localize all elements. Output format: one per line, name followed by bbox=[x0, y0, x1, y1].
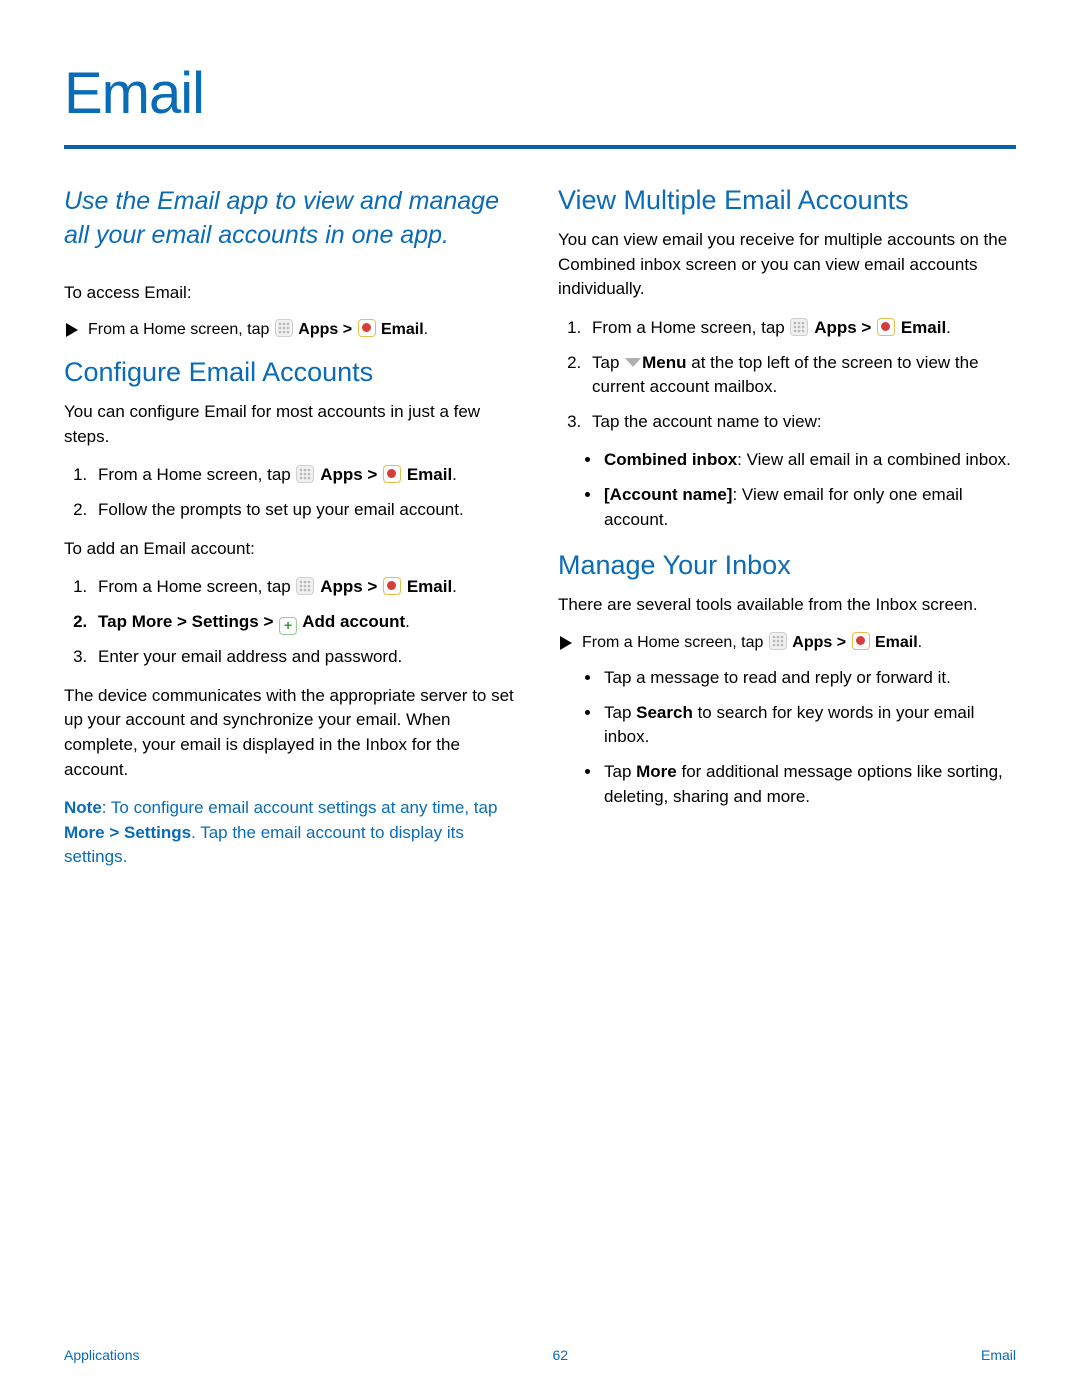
list-item: From a Home screen, tap Apps > Email. bbox=[92, 463, 522, 488]
intro-blurb: Use the Email app to view and manage all… bbox=[64, 185, 522, 253]
email-icon bbox=[383, 465, 401, 483]
list-item: Follow the prompts to set up your email … bbox=[92, 498, 522, 523]
period: . bbox=[452, 577, 457, 596]
text: From a Home screen, tap bbox=[582, 634, 768, 651]
list-item: From a Home screen, tap Apps > Email. bbox=[92, 575, 522, 600]
email-icon bbox=[852, 632, 870, 650]
view-intro: You can view email you receive for multi… bbox=[558, 228, 1016, 302]
text: Menu bbox=[642, 353, 686, 372]
text: From a Home screen, tap bbox=[98, 465, 295, 484]
apps-label: Apps bbox=[298, 321, 338, 338]
access-label: To access Email: bbox=[64, 281, 522, 306]
text: More > Settings > bbox=[132, 612, 278, 631]
period: . bbox=[405, 612, 410, 631]
apps-icon bbox=[296, 465, 314, 483]
arrow-step: From a Home screen, tap Apps > Email. bbox=[558, 632, 1016, 652]
list-item: Tap More > Settings > + Add account. bbox=[92, 610, 522, 635]
list-item: From a Home screen, tap Apps > Email. bbox=[586, 316, 1016, 341]
apps-icon bbox=[296, 577, 314, 595]
left-column: Use the Email app to view and manage all… bbox=[64, 185, 522, 884]
manage-intro: There are several tools available from t… bbox=[558, 593, 1016, 618]
note-label: Note bbox=[64, 798, 102, 817]
content-columns: Use the Email app to view and manage all… bbox=[64, 185, 1016, 884]
play-arrow-icon bbox=[66, 323, 78, 337]
text: : View all email in a combined inbox. bbox=[737, 450, 1011, 469]
menu-dropdown-icon bbox=[625, 358, 641, 367]
arrow-text: From a Home screen, tap Apps > Email. bbox=[88, 319, 428, 339]
period: . bbox=[918, 634, 922, 651]
add-account-label: To add an Email account: bbox=[64, 537, 522, 562]
text: Tap bbox=[98, 612, 132, 631]
period: . bbox=[424, 321, 428, 338]
page-number: 62 bbox=[552, 1347, 568, 1363]
list-item: Tap Search to search for key words in yo… bbox=[602, 701, 1016, 750]
text: From a Home screen, tap bbox=[88, 321, 274, 338]
note-para: Note: To configure email account setting… bbox=[64, 796, 522, 870]
period: . bbox=[452, 465, 457, 484]
text: From a Home screen, tap bbox=[98, 577, 295, 596]
text: From a Home screen, tap bbox=[592, 318, 789, 337]
gt: > bbox=[857, 318, 876, 337]
apps-icon bbox=[769, 632, 787, 650]
configure-steps: From a Home screen, tap Apps > Email. Fo… bbox=[64, 463, 522, 522]
text: Tap bbox=[604, 762, 636, 781]
list-item: [Account name]: View email for only one … bbox=[602, 483, 1016, 532]
text: Tap bbox=[604, 703, 636, 722]
email-icon bbox=[877, 318, 895, 336]
plus-icon: + bbox=[279, 617, 297, 635]
configure-intro: You can configure Email for most account… bbox=[64, 400, 522, 449]
list-item: Tap a message to read and reply or forwa… bbox=[602, 666, 1016, 691]
page-footer: Applications 62 Email bbox=[64, 1347, 1016, 1363]
add-account-steps: From a Home screen, tap Apps > Email. Ta… bbox=[64, 575, 522, 669]
gt: > bbox=[832, 634, 850, 651]
apps-label: Apps bbox=[792, 634, 832, 651]
period: . bbox=[946, 318, 951, 337]
email-label: Email bbox=[407, 577, 452, 596]
apps-icon bbox=[790, 318, 808, 336]
right-column: View Multiple Email Accounts You can vie… bbox=[558, 185, 1016, 884]
email-label: Email bbox=[407, 465, 452, 484]
arrow-step: From a Home screen, tap Apps > Email. bbox=[64, 319, 522, 339]
device-para: The device communicates with the appropr… bbox=[64, 684, 522, 783]
text: Add account bbox=[302, 612, 405, 631]
footer-right: Email bbox=[981, 1347, 1016, 1363]
list-item: Combined inbox: View all email in a comb… bbox=[602, 448, 1016, 473]
apps-icon bbox=[275, 319, 293, 337]
email-label: Email bbox=[875, 634, 918, 651]
text: More > Settings bbox=[64, 823, 191, 842]
view-heading: View Multiple Email Accounts bbox=[558, 185, 1016, 216]
email-label: Email bbox=[901, 318, 946, 337]
text: Tap bbox=[592, 353, 624, 372]
apps-label: Apps bbox=[814, 318, 857, 337]
email-label: Email bbox=[381, 321, 424, 338]
apps-label: Apps bbox=[320, 465, 363, 484]
account-view-bullets: Combined inbox: View all email in a comb… bbox=[558, 448, 1016, 532]
gt: > bbox=[363, 465, 382, 484]
text: Search bbox=[636, 703, 693, 722]
gt: > bbox=[363, 577, 382, 596]
arrow-text: From a Home screen, tap Apps > Email. bbox=[582, 632, 922, 652]
manage-bullets: Tap a message to read and reply or forwa… bbox=[558, 666, 1016, 809]
list-item: Tap More for additional message options … bbox=[602, 760, 1016, 809]
list-item: Enter your email address and password. bbox=[92, 645, 522, 670]
text: Combined inbox bbox=[604, 450, 737, 469]
gt: > bbox=[338, 321, 356, 338]
footer-left: Applications bbox=[64, 1347, 140, 1363]
configure-heading: Configure Email Accounts bbox=[64, 357, 522, 388]
email-icon bbox=[358, 319, 376, 337]
list-item: Tap the account name to view: bbox=[586, 410, 1016, 435]
list-item: Tap Menu at the top left of the screen t… bbox=[586, 351, 1016, 400]
text: More bbox=[636, 762, 677, 781]
page-title: Email bbox=[64, 60, 1016, 127]
text: [Account name] bbox=[604, 485, 732, 504]
title-divider bbox=[64, 145, 1016, 149]
view-steps: From a Home screen, tap Apps > Email. Ta… bbox=[558, 316, 1016, 435]
text: : To configure email account settings at… bbox=[102, 798, 498, 817]
play-arrow-icon bbox=[560, 636, 572, 650]
apps-label: Apps bbox=[320, 577, 363, 596]
email-icon bbox=[383, 577, 401, 595]
manage-heading: Manage Your Inbox bbox=[558, 550, 1016, 581]
